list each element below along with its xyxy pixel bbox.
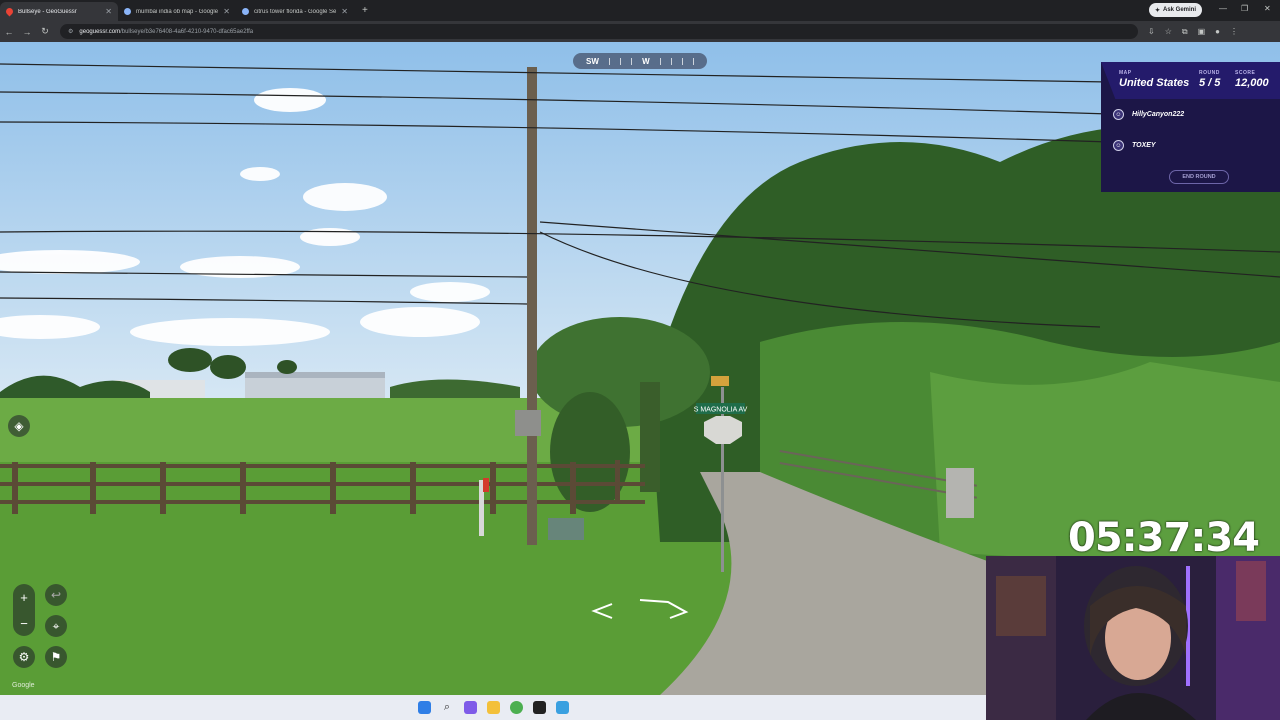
layers-icon[interactable]: ◈ (8, 415, 30, 437)
flag-icon[interactable]: ⚑ (45, 646, 67, 668)
url-path: /bullseye/b3e76408-4a6f-4210-9470-dfac65… (120, 28, 254, 35)
tab-title: citrus tower florida - Google Se (254, 8, 337, 15)
return-to-start-icon[interactable]: ⌖ (45, 615, 67, 637)
map-info: MAP United States (1119, 70, 1189, 89)
close-icon[interactable]: ✕ (105, 7, 112, 16)
start-menu-icon[interactable] (417, 701, 431, 714)
sparkle-icon: ✦ (1154, 7, 1160, 14)
avatar: ☺ (1113, 140, 1124, 151)
window-close-button[interactable]: ✕ (1264, 4, 1271, 13)
webcam-overlay (986, 556, 1280, 720)
tab-title: Bullseye - GeoGuessr (18, 8, 77, 15)
minimize-button[interactable]: — (1219, 4, 1227, 13)
back-button[interactable]: ← (0, 27, 18, 37)
tab-title: mumbai india ob map - Google (136, 8, 219, 15)
score-value: 12,000 (1235, 77, 1269, 89)
ask-gemini-label: Ask Gemini (1162, 7, 1196, 13)
chrome-icon[interactable] (509, 701, 523, 714)
tab-geoguessr[interactable]: Bullseye - GeoGuessr ✕ (0, 2, 118, 21)
reload-button[interactable]: ↻ (36, 26, 54, 37)
compass[interactable]: SW W (573, 53, 707, 69)
compass-direction: SW (586, 56, 599, 66)
street-sign: S MAGNOLIA AV (694, 407, 748, 414)
zoom-controls: + − (13, 584, 35, 636)
webcam-image (986, 556, 1280, 720)
close-icon[interactable]: ✕ (223, 7, 230, 16)
player-row: ☺ TOXEY (1113, 140, 1156, 151)
sidepanel-icon[interactable]: ▣ (1198, 27, 1206, 36)
stream-timer: 05:37:34 (1068, 515, 1260, 561)
settings-gear-icon[interactable]: ⚙ (13, 646, 35, 668)
obs-icon[interactable] (532, 701, 546, 714)
url-input[interactable]: ⚙ geoguessr.com /bullseye/b3e76408-4a6f-… (60, 24, 1138, 39)
menu-kebab-icon[interactable]: ⋮ (1230, 27, 1238, 36)
copilot-icon[interactable] (463, 701, 477, 714)
site-info-icon[interactable]: ⚙ (68, 28, 73, 35)
install-icon[interactable]: ⇩ (1148, 27, 1155, 36)
map-label: MAP (1119, 70, 1132, 76)
tab-citrus-search[interactable]: citrus tower florida - Google Se ✕ (236, 2, 354, 21)
file-explorer-icon[interactable] (486, 701, 500, 714)
score-info: SCORE 12,000 (1235, 70, 1269, 89)
globe-icon (124, 8, 131, 15)
compass-direction: W (642, 56, 650, 66)
avatar: ☺ (1113, 109, 1124, 120)
extensions-icon[interactable]: ⧉ (1182, 27, 1188, 37)
end-round-button[interactable]: END ROUND (1169, 170, 1229, 184)
map-value: United States (1119, 77, 1190, 89)
ask-gemini-button[interactable]: ✦ Ask Gemini (1148, 3, 1202, 17)
zoom-out-button[interactable]: − (13, 610, 35, 636)
url-host: geoguessr.com (79, 28, 121, 35)
search-icon[interactable]: ⌕ (441, 701, 454, 714)
app-icon[interactable] (555, 701, 569, 714)
forward-button[interactable]: → (18, 27, 36, 37)
address-bar-row: ← → ↻ ⚙ geoguessr.com /bullseye/b3e76408… (0, 21, 1280, 42)
score-label: SCORE (1235, 70, 1256, 76)
windows-taskbar: ⌕ (0, 695, 986, 720)
maximize-button[interactable]: ❐ (1241, 4, 1248, 13)
game-status-panel: MAP United States ROUND 5 / 5 SCORE 12,0… (1101, 62, 1280, 192)
profile-avatar-icon[interactable]: ● (1215, 27, 1220, 36)
undo-icon[interactable]: ↩ (45, 584, 67, 606)
browser-tab-bar: Bullseye - GeoGuessr ✕ mumbai india ob m… (0, 0, 1280, 21)
new-tab-button[interactable]: + (362, 5, 368, 16)
round-info: ROUND 5 / 5 (1199, 70, 1220, 89)
round-label: ROUND (1199, 70, 1220, 76)
player-name: HillyCanyon222 (1132, 111, 1185, 118)
round-value: 5 / 5 (1199, 77, 1221, 89)
player-name: TOXEY (1132, 142, 1156, 149)
zoom-in-button[interactable]: + (13, 584, 35, 610)
bookmark-star-icon[interactable]: ☆ (1165, 27, 1172, 36)
player-row: ☺ HillyCanyon222 (1113, 109, 1185, 120)
map-pin-icon (4, 6, 15, 17)
globe-icon (242, 8, 249, 15)
close-icon[interactable]: ✕ (341, 7, 348, 16)
tab-mumbai-search[interactable]: mumbai india ob map - Google ✕ (118, 2, 236, 21)
google-watermark: Google (12, 682, 35, 689)
